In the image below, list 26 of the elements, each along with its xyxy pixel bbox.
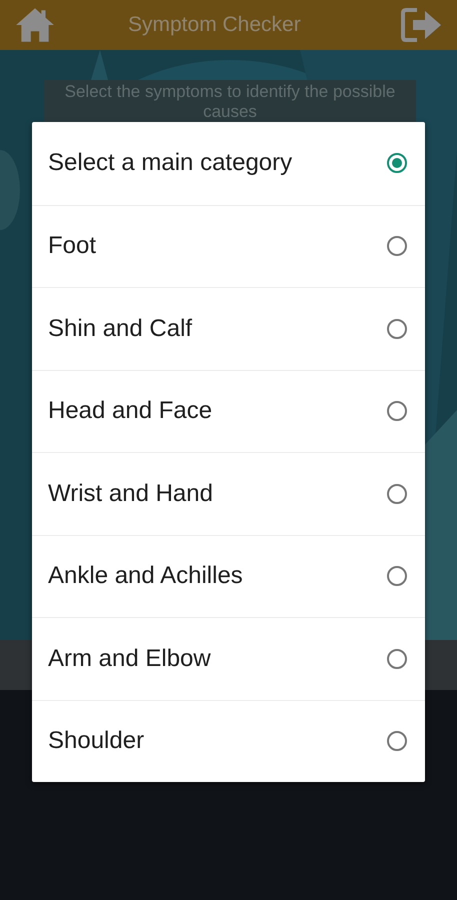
option-label: Foot	[48, 232, 98, 260]
option-label: Wrist and Hand	[48, 480, 214, 508]
radio-button[interactable]	[387, 566, 407, 586]
app-title: Symptom Checker	[128, 13, 301, 37]
home-icon[interactable]	[14, 6, 56, 44]
category-option[interactable]: Ankle and Achilles	[32, 534, 425, 617]
radio-button[interactable]	[387, 236, 407, 256]
category-option[interactable]: Arm and Elbow	[32, 617, 425, 700]
radio-button[interactable]	[387, 731, 407, 752]
radio-button[interactable]	[387, 401, 407, 422]
option-label: Ankle and Achilles	[48, 562, 244, 590]
option-label: Head and Face	[48, 397, 214, 426]
category-option[interactable]: Wrist and Hand	[32, 452, 425, 534]
option-label: Select a main category	[48, 149, 294, 178]
radio-button[interactable]	[387, 153, 407, 174]
radio-button[interactable]	[387, 648, 407, 669]
category-option[interactable]: Shoulder	[32, 700, 425, 782]
exit-icon[interactable]	[401, 7, 443, 43]
option-label: Shoulder	[48, 727, 146, 756]
category-option[interactable]: Foot	[32, 204, 425, 287]
option-label: Shin and Calf	[48, 314, 194, 343]
radio-button[interactable]	[387, 318, 407, 339]
radio-button[interactable]	[387, 484, 407, 504]
option-label: Arm and Elbow	[48, 644, 212, 673]
category-option[interactable]: Shin and Calf	[32, 287, 425, 370]
category-option[interactable]: Head and Face	[32, 370, 425, 452]
